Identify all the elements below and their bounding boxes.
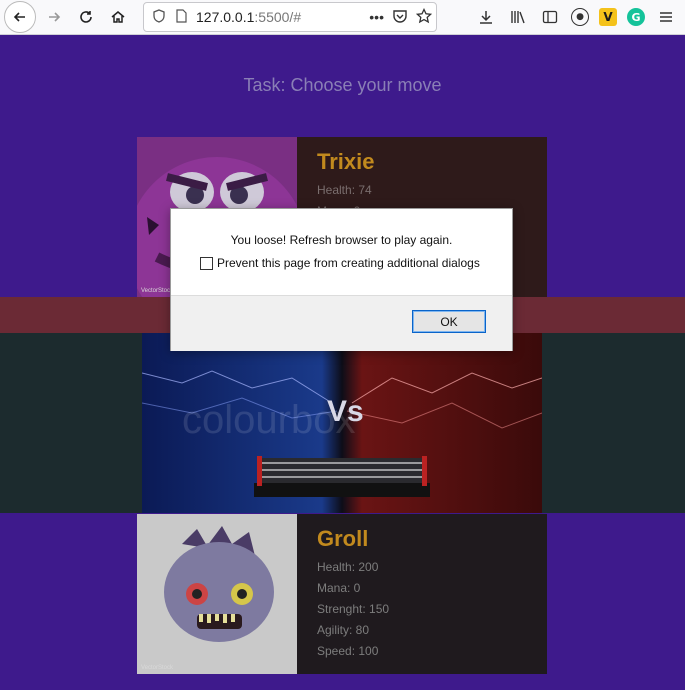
browser-toolbar: 127.0.0.1 :5500/# ••• ● V G: [0, 0, 685, 35]
arrow-left-icon: [13, 12, 25, 22]
sidebar-icon[interactable]: [539, 6, 561, 28]
forward-button[interactable]: [40, 3, 68, 31]
page-icon[interactable]: [170, 8, 192, 26]
ok-button[interactable]: OK: [412, 310, 486, 333]
bookmark-star-icon[interactable]: [415, 7, 433, 27]
dialog-footer: OK: [171, 295, 512, 351]
account-icon[interactable]: ●: [571, 8, 589, 26]
prevent-dialogs-option[interactable]: Prevent this page from creating addition…: [200, 256, 480, 270]
dialog-message: You loose! Refresh browser to play again…: [230, 233, 453, 247]
page-actions-icon[interactable]: •••: [369, 9, 384, 25]
arrow-right-icon: [49, 12, 61, 22]
back-button[interactable]: [4, 1, 36, 33]
url-bar[interactable]: 127.0.0.1 :5500/# •••: [143, 2, 437, 32]
home-icon: [111, 11, 125, 23]
prevent-dialogs-label[interactable]: Prevent this page from creating addition…: [217, 256, 480, 270]
game-page: Task: Choose your move VectorStock Trixi…: [0, 35, 685, 690]
grammarly-icon[interactable]: G: [627, 8, 645, 26]
prevent-dialogs-checkbox[interactable]: [200, 256, 213, 270]
reload-icon: [80, 11, 92, 23]
pocket-icon[interactable]: [392, 8, 408, 27]
library-icon[interactable]: [507, 6, 529, 28]
shield-icon[interactable]: [148, 8, 170, 26]
extension-v-icon[interactable]: V: [599, 8, 617, 26]
download-icon[interactable]: [475, 6, 497, 28]
home-button[interactable]: [104, 3, 132, 31]
alert-dialog: You loose! Refresh browser to play again…: [170, 208, 513, 351]
menu-icon[interactable]: [655, 6, 677, 28]
url-host: 127.0.0.1: [196, 9, 255, 25]
dialog-overlay: [0, 35, 685, 690]
url-path: :5500/#: [254, 9, 302, 25]
reload-button[interactable]: [72, 3, 100, 31]
